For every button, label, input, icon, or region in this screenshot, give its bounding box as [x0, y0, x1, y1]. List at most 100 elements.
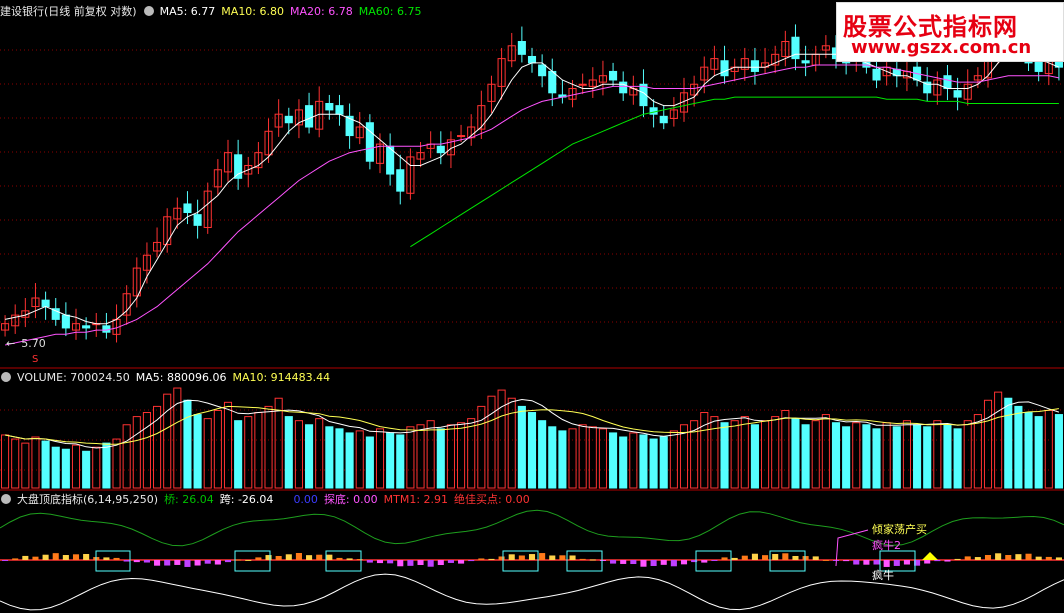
candle-body — [396, 169, 405, 192]
indicator-bar — [944, 560, 951, 562]
volume-bar — [31, 436, 40, 489]
candle-body — [649, 107, 658, 115]
indicator-bar — [366, 560, 373, 563]
indicator-bar — [1055, 557, 1062, 560]
sell-marker: S — [32, 354, 39, 365]
indicator-bar — [772, 554, 779, 560]
indicator-bar — [295, 553, 302, 560]
indicator-bar — [2, 560, 9, 561]
indicator-name[interactable]: 大盘顶底指标(6,14,95,250) — [17, 493, 158, 506]
volume-bar — [132, 416, 141, 489]
indicator-bar — [113, 557, 120, 560]
indicator-bar — [721, 557, 728, 560]
candle-body — [41, 299, 50, 308]
volume-bar — [730, 420, 739, 489]
indicator-bar — [498, 556, 505, 560]
indicator-bar — [528, 554, 536, 560]
volume-label: VOLUME: 700024.50 — [17, 371, 130, 384]
buy-triangle-icon — [922, 552, 938, 560]
volume-bar — [406, 426, 415, 489]
ma20-label: MA20: 6.78 — [290, 5, 353, 18]
volume-bar — [1004, 397, 1013, 489]
volume-bar — [92, 446, 101, 489]
volume-bar — [852, 422, 861, 489]
indicator-bar — [1005, 555, 1012, 560]
candle-body — [517, 41, 526, 55]
indicator-bar — [42, 554, 49, 560]
volume-bar — [254, 412, 263, 489]
volume-bar — [892, 426, 901, 489]
indicator-bar — [863, 560, 870, 565]
volume-bar — [720, 422, 729, 489]
volume-bar — [51, 446, 60, 489]
indicator-bar — [782, 553, 789, 560]
volume-bar — [791, 418, 800, 489]
candle-body — [527, 55, 537, 64]
volume-bar — [163, 393, 172, 489]
indicator-bar — [306, 555, 313, 560]
candle-body — [659, 115, 668, 124]
volume-bar — [223, 401, 233, 489]
candle-body — [335, 105, 344, 115]
candle-body — [619, 81, 628, 94]
volume-bar — [639, 434, 648, 489]
indicator-bar — [569, 555, 576, 560]
indicator-bar — [893, 560, 900, 566]
ma5-label: MA5: 6.77 — [159, 5, 216, 18]
indicator-bar — [275, 555, 282, 560]
volume-bar — [82, 450, 91, 489]
volume-bar — [183, 399, 192, 489]
indicator-bar — [204, 560, 211, 564]
candle-body — [234, 154, 243, 179]
volume-bar — [1024, 412, 1033, 489]
volume-bar — [41, 440, 50, 489]
volume-bar — [1044, 409, 1053, 489]
volume-bar — [669, 430, 678, 489]
volume-bar — [913, 424, 922, 489]
indicator-bar — [184, 560, 191, 567]
indicator-bar — [194, 560, 201, 566]
chart-stage: 建设银行(日线 前复权 对数) MA5: 6.77 MA10: 6.80 MA20: … — [0, 0, 1064, 613]
stock-title[interactable]: 建设银行(日线 前复权 对数) — [0, 5, 137, 18]
volume-bar — [527, 412, 537, 489]
indicator-bar — [640, 560, 647, 567]
volume-bar — [801, 424, 810, 489]
indicator-bar — [427, 560, 434, 567]
volume-bar — [345, 432, 354, 489]
indicator-bar — [397, 560, 404, 567]
volume-bar — [142, 412, 151, 489]
candle-body — [365, 122, 374, 162]
candle-body — [305, 105, 314, 128]
volume-bar — [963, 420, 972, 489]
indicator-bar — [478, 558, 485, 560]
volume-bar — [315, 418, 324, 489]
volume-bar — [953, 428, 962, 489]
volume-bar — [507, 397, 516, 489]
settings-dot-icon[interactable] — [143, 6, 154, 16]
volume-settings-dot-icon[interactable] — [1, 372, 11, 382]
indicator-bar — [407, 560, 414, 566]
indicator-bar — [154, 560, 161, 566]
volume-bar — [467, 418, 476, 489]
signal-box — [325, 550, 362, 572]
volume-header: VOLUME: 700024.50 MA5: 880096.06 MA10: 914… — [0, 370, 336, 386]
indicator-settings-dot-icon[interactable] — [1, 494, 11, 504]
signal-box — [234, 550, 271, 572]
candle-body — [183, 203, 192, 214]
annotation-fengniu2: 疯牛2 — [872, 539, 901, 552]
volume-bar — [598, 428, 607, 489]
volume-bar — [365, 436, 374, 489]
volume-bar — [740, 416, 749, 489]
indicator-bar — [995, 553, 1002, 560]
volume-bar — [578, 424, 587, 489]
indicator-bar — [458, 560, 465, 564]
volume-bar — [244, 416, 253, 489]
signal-box — [566, 550, 603, 572]
indicator-bar — [174, 560, 181, 565]
volume-bar — [234, 420, 243, 489]
mtm1-label: MTM1: 2.91 — [383, 493, 449, 506]
indicator-bar — [974, 557, 981, 560]
volume-bar — [710, 416, 719, 489]
volume-bar — [396, 434, 405, 489]
candle-body — [750, 60, 759, 72]
